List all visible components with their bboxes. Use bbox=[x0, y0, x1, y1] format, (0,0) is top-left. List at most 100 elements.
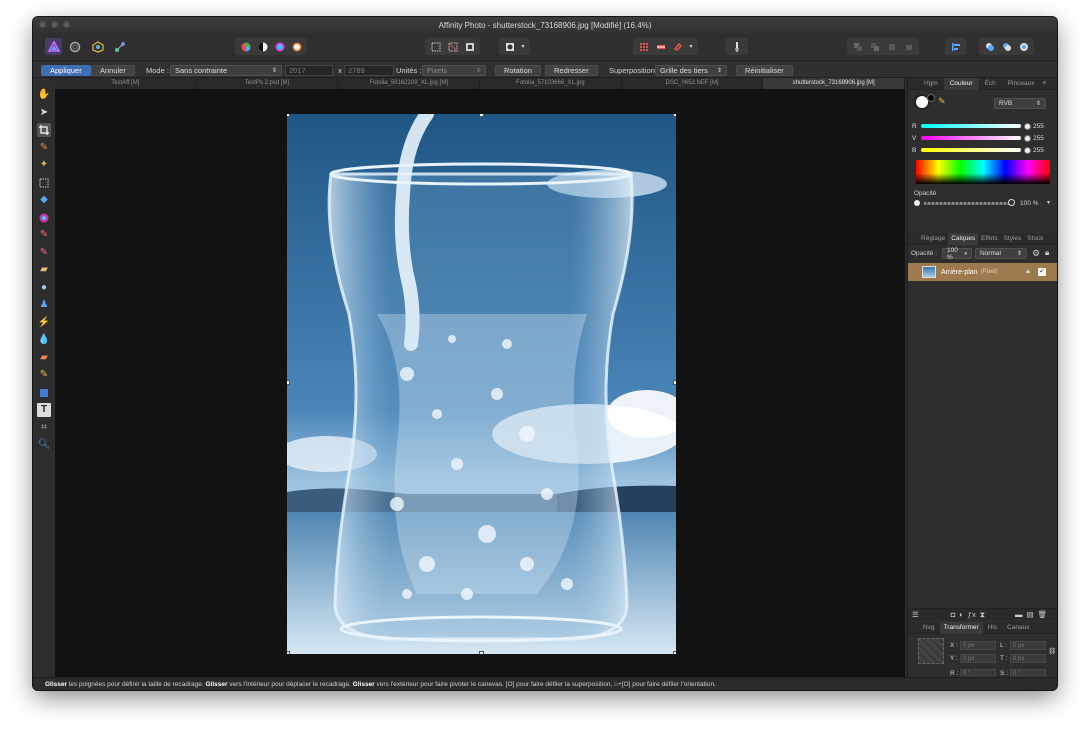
flood-select-icon[interactable]: ✦ bbox=[37, 158, 51, 172]
w-field[interactable]: 0 px bbox=[1010, 641, 1046, 650]
export-persona-icon[interactable] bbox=[111, 38, 128, 55]
assistant-icon[interactable] bbox=[653, 40, 668, 53]
liquify-persona-icon[interactable] bbox=[66, 38, 83, 55]
link-icon[interactable]: ⛓ bbox=[1048, 647, 1056, 655]
crop-handle-bottom-right[interactable] bbox=[673, 651, 676, 654]
h-field[interactable]: 0 px bbox=[1010, 654, 1046, 663]
blue-slider-knob[interactable] bbox=[1024, 146, 1031, 154]
snapping-magnet-icon[interactable] bbox=[670, 40, 685, 53]
tab-navigator[interactable]: Nvg bbox=[918, 622, 940, 634]
mode-select[interactable]: Sans contrainte ⇕ bbox=[170, 64, 282, 76]
move-back-icon[interactable] bbox=[850, 40, 865, 53]
tab-history[interactable]: His bbox=[983, 622, 1002, 634]
crop-width-field[interactable]: 2017 bbox=[285, 64, 333, 76]
color-replace-icon[interactable]: ✎ bbox=[37, 246, 51, 260]
auto-levels-icon[interactable] bbox=[238, 40, 253, 53]
mask-icon[interactable]: ◘ bbox=[951, 610, 956, 619]
units-select[interactable]: Pixels ⇕ bbox=[422, 64, 486, 76]
move-forward-icon[interactable] bbox=[867, 40, 882, 53]
canvas-area[interactable] bbox=[55, 89, 905, 677]
opacity-slider-knob[interactable] bbox=[1008, 199, 1015, 206]
doc-tab[interactable]: Fotolia_57103666_XL.jpg bbox=[480, 78, 622, 89]
green-slider-knob[interactable] bbox=[1024, 134, 1031, 142]
crop-handle-bottom[interactable] bbox=[479, 651, 484, 654]
reset-button[interactable]: Réinitialiser bbox=[736, 64, 793, 76]
gradient-icon[interactable] bbox=[37, 211, 51, 225]
tab-channels[interactable]: Canaux bbox=[1002, 622, 1034, 634]
dodge-icon[interactable]: ▰ bbox=[37, 351, 51, 365]
document-image[interactable] bbox=[287, 114, 676, 654]
cancel-button[interactable]: Annuler bbox=[91, 64, 135, 76]
x-field[interactable]: 0 px bbox=[960, 641, 996, 650]
close-window-button[interactable] bbox=[39, 21, 46, 28]
opacity-slider-track[interactable] bbox=[924, 202, 1012, 205]
eyedropper-icon[interactable]: ✎ bbox=[938, 96, 946, 107]
adjustment-icon[interactable]: ◐ bbox=[959, 610, 964, 619]
layer-lock-icon[interactable]: 🔒︎ bbox=[1026, 268, 1030, 276]
doc-tab[interactable]: TestPs 2.psd [M] bbox=[197, 78, 339, 89]
crop-handle-left[interactable] bbox=[287, 380, 290, 385]
paint-brush-icon[interactable]: ✎ bbox=[37, 228, 51, 242]
tab-stock[interactable]: Stock bbox=[1024, 233, 1046, 245]
grid-icon[interactable] bbox=[636, 40, 651, 53]
tab-color[interactable]: Couleur bbox=[943, 77, 979, 90]
straighten-button[interactable]: Redresser bbox=[545, 64, 598, 76]
zoom-icon[interactable]: 🔍︎ bbox=[37, 438, 51, 452]
hand-icon[interactable]: ✋ bbox=[37, 88, 51, 102]
lock-icon[interactable]: 🔒︎ bbox=[1045, 248, 1049, 258]
chevron-down-icon[interactable]: ▾ bbox=[1047, 199, 1050, 206]
blur-icon[interactable]: ● bbox=[37, 281, 51, 295]
crop-icon[interactable] bbox=[37, 123, 51, 137]
apply-button[interactable]: Appliquer bbox=[41, 64, 91, 76]
fx-icon[interactable]: ƒx bbox=[968, 610, 976, 619]
crop-handle-bottom-left[interactable] bbox=[287, 651, 290, 654]
doc-tab[interactable]: TestAff [M] bbox=[55, 78, 197, 89]
subtract-shape-icon[interactable] bbox=[999, 40, 1014, 53]
tab-brushes[interactable]: Pinceaux bbox=[1002, 78, 1041, 90]
quick-mask-icon[interactable] bbox=[502, 40, 517, 53]
tab-layers[interactable]: Calques bbox=[948, 232, 979, 245]
doc-tab[interactable]: Fotolia_59162209_XL.jpg [M] bbox=[338, 78, 481, 89]
intersect-shape-icon[interactable] bbox=[1016, 40, 1031, 53]
tab-histogram[interactable]: Hgm bbox=[918, 78, 944, 90]
crop-handle-right[interactable] bbox=[673, 380, 676, 385]
hourglass-icon[interactable]: ⧗ bbox=[980, 610, 985, 620]
chevron-down-icon[interactable]: ▾ bbox=[687, 40, 695, 53]
green-value[interactable]: 255 bbox=[1033, 135, 1044, 142]
opacity-value[interactable]: 100 % bbox=[1020, 200, 1038, 207]
color-wells[interactable] bbox=[914, 94, 935, 114]
crop-height-field[interactable]: 2789 bbox=[344, 64, 394, 76]
overlay-select[interactable]: Grille des tiers ⇕ bbox=[655, 64, 727, 76]
clone-icon[interactable]: ♟ bbox=[37, 298, 51, 312]
red-value[interactable]: 255 bbox=[1033, 123, 1044, 130]
crop-handle-top-left[interactable] bbox=[287, 114, 290, 117]
layers-stack-icon[interactable]: ☰ bbox=[912, 610, 919, 619]
text-icon[interactable]: T bbox=[37, 403, 51, 417]
brush-icon[interactable]: ✎ bbox=[37, 141, 51, 155]
eraser-icon[interactable]: ▰ bbox=[37, 263, 51, 277]
doc-tab-active[interactable]: shutterstock_73168906.jpg [M] bbox=[763, 78, 906, 89]
tab-styles[interactable]: Styles bbox=[1001, 233, 1025, 245]
secondary-color-well[interactable] bbox=[927, 94, 935, 102]
pen-icon[interactable]: ⌗ bbox=[37, 421, 51, 435]
auto-colors-icon[interactable] bbox=[272, 40, 287, 53]
new-layer-icon[interactable]: ▤ bbox=[1026, 610, 1033, 619]
pointer-icon[interactable]: ➤ bbox=[37, 106, 51, 120]
chevron-down-icon[interactable]: ▾ bbox=[519, 40, 527, 53]
brush-tool-icon[interactable] bbox=[729, 40, 744, 53]
trash-icon[interactable]: 🗑︎ bbox=[1038, 610, 1048, 619]
auto-white-balance-icon[interactable] bbox=[289, 40, 304, 53]
marquee-icon[interactable] bbox=[37, 176, 51, 190]
tab-swatches[interactable]: Éch bbox=[979, 78, 1002, 90]
photo-persona-icon[interactable] bbox=[45, 38, 62, 55]
color-model-select[interactable]: RVB ⇕ bbox=[994, 98, 1046, 109]
invert-selection-icon[interactable] bbox=[462, 40, 477, 53]
select-all-icon[interactable] bbox=[428, 40, 443, 53]
rotation-button[interactable]: Rotation bbox=[495, 64, 541, 76]
layer-row[interactable]: Arrière-plan (Pixel) 🔒︎ ✓ bbox=[908, 263, 1057, 281]
shape-icon[interactable] bbox=[37, 386, 51, 400]
develop-persona-icon[interactable] bbox=[89, 38, 106, 55]
layer-visibility-checkbox[interactable]: ✓ bbox=[1038, 268, 1046, 276]
layer-opacity-select[interactable]: 100 % ▾ bbox=[942, 247, 972, 261]
crop-handle-top-right[interactable] bbox=[673, 114, 676, 117]
